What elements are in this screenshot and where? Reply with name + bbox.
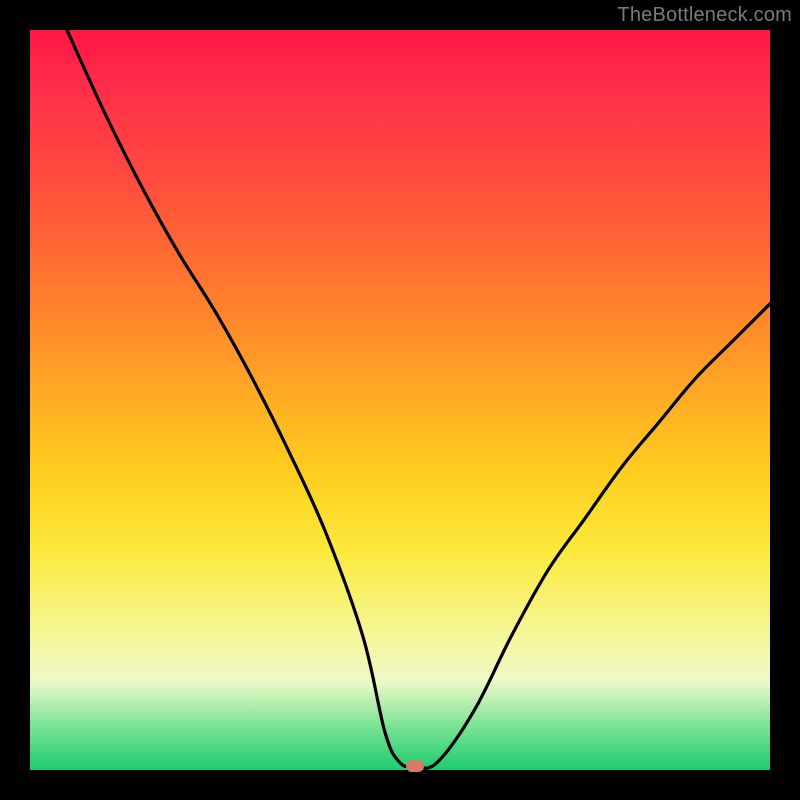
watermark-text: TheBottleneck.com [617, 4, 792, 27]
bottleneck-curve [30, 30, 770, 770]
minimum-marker [406, 760, 424, 772]
plot-area [30, 30, 770, 770]
chart-frame: TheBottleneck.com [0, 0, 800, 800]
